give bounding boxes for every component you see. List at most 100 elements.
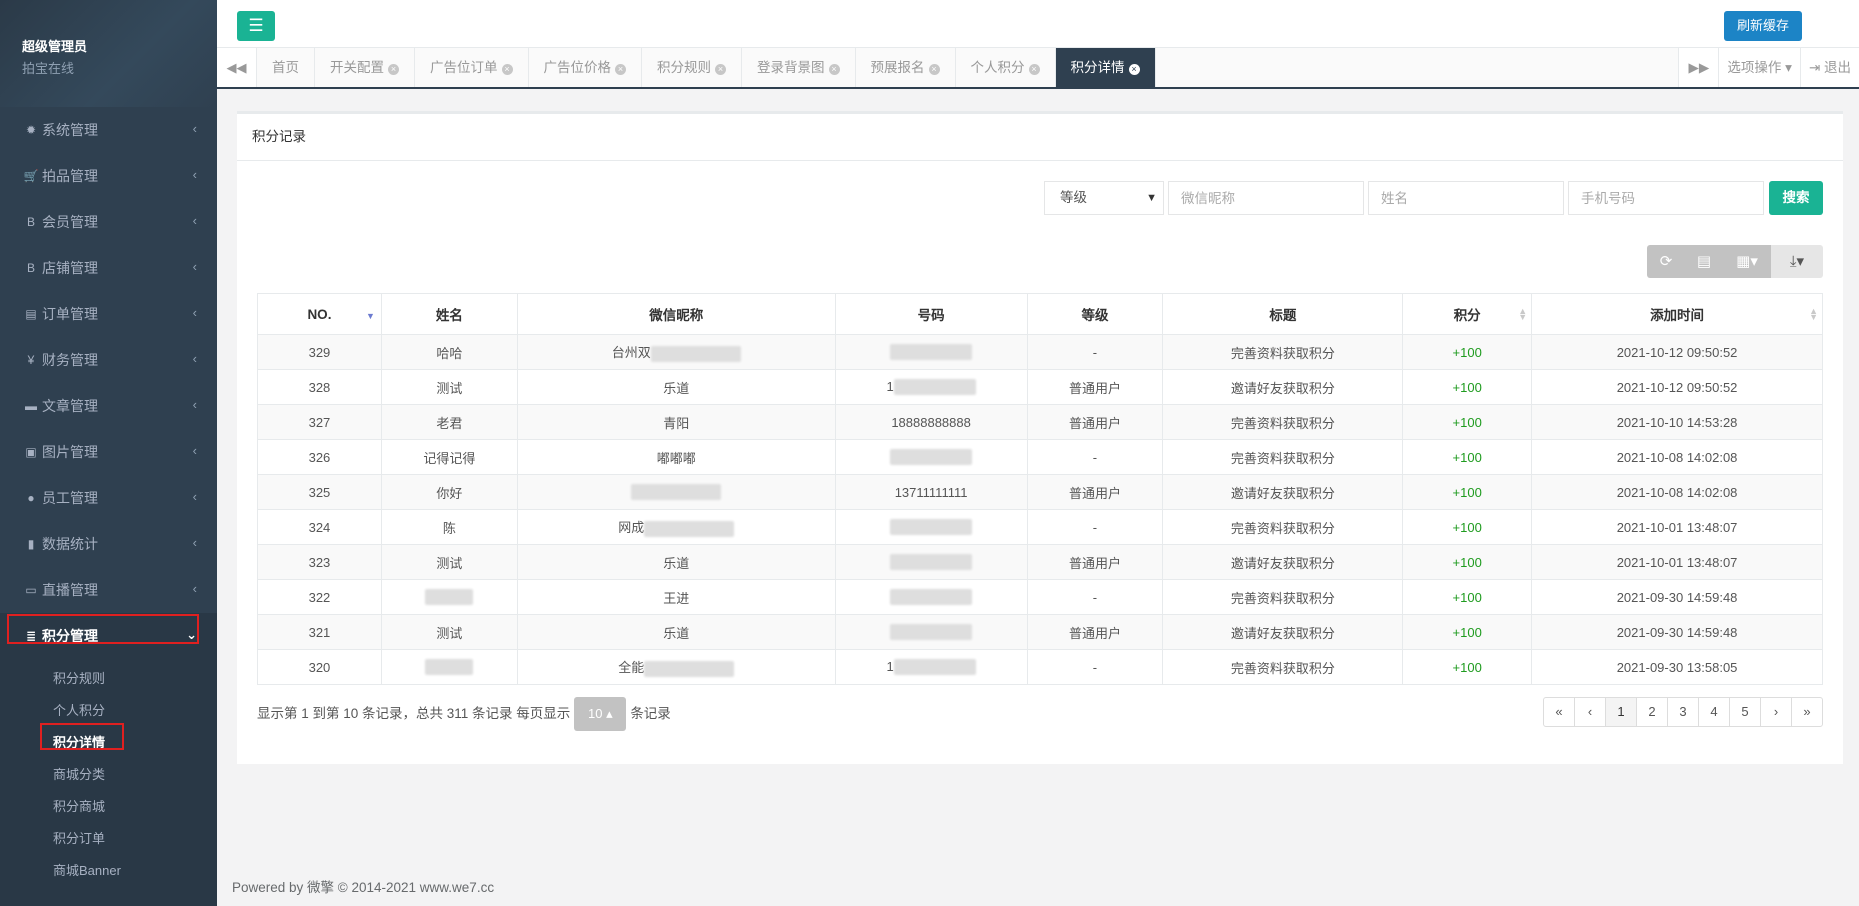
cell-level-text: 普通用户 — [1068, 380, 1121, 396]
cell-phone — [834, 579, 1028, 615]
close-icon[interactable]: × — [501, 64, 513, 75]
sidebar-item-9[interactable]: ● 员工管理 ‹ — [0, 475, 217, 521]
sidebar-item-6[interactable]: ¥ 财务管理 ‹ — [0, 337, 217, 383]
sidebar-item-4[interactable]: B 店铺管理 ‹ — [0, 245, 217, 291]
page-link[interactable]: ‹ — [1574, 697, 1606, 727]
submenu-item-7[interactable]: 商城Banner — [0, 855, 217, 887]
export-dropdown-button[interactable]: ⤓▾ — [1771, 245, 1823, 278]
close-icon[interactable]: × — [715, 64, 726, 75]
tab-1[interactable]: 首页 — [257, 48, 315, 87]
column-header[interactable]: 姓名 — [380, 293, 518, 335]
redacted-block — [893, 379, 976, 396]
sidebar-item-1[interactable]: ✹ 系统管理 ‹ — [0, 107, 217, 153]
cell-phone-text: 13711111111 — [894, 484, 968, 500]
options-dropdown[interactable]: 选项操作 ▾ — [1718, 48, 1800, 87]
sidebar-item-8[interactable]: ▣ 图片管理 ‹ — [0, 429, 217, 475]
page-link[interactable]: 1 — [1605, 697, 1637, 727]
page-link[interactable]: 3 — [1667, 697, 1699, 727]
submenu-item-1[interactable]: 积分规则 — [0, 663, 217, 695]
cell-time: 2021-09-30 14:59:48 — [1531, 579, 1823, 615]
chevron-left-icon: ‹ — [192, 167, 197, 182]
points-table: NO. ▼ 姓名 微信昵称 号码 等级 标题 积分 ▲ ▼ 添加时间 ▲ ▼ 329 哈哈 台州双 - 完善资料… — [257, 293, 1823, 685]
redacted-block — [890, 624, 973, 641]
page-link[interactable]: 5 — [1729, 697, 1761, 727]
close-icon[interactable]: × — [1028, 64, 1040, 75]
search-button[interactable]: 搜索 — [1769, 181, 1823, 215]
column-header[interactable]: NO. ▼ — [257, 293, 382, 335]
table-row: 327 老君 青阳 18888888888 普通用户 完善资料获取积分 +100 2021-1… — [257, 404, 1823, 440]
close-icon[interactable]: × — [1128, 64, 1140, 75]
chevron-left-icon: ‹ — [192, 213, 197, 228]
table-row: 326 记得记得 嘟嘟嘟 - 完善资料获取积分 +100 2021-10-08 14:02:… — [257, 439, 1823, 475]
submenu-item-5[interactable]: 积分商城 — [0, 791, 217, 823]
submenu-item-4[interactable]: 商城分类 — [0, 759, 217, 791]
tab-7[interactable]: 预展报名 × — [856, 48, 956, 87]
tab-6[interactable]: 登录背景图 × — [742, 48, 856, 87]
column-header[interactable]: 号码 — [834, 293, 1028, 335]
submenu-item-6[interactable]: 积分订单 — [0, 823, 217, 855]
user-name[interactable]: 超级管理员 — [22, 36, 217, 55]
menu-toggle-button[interactable]: ☰ — [237, 11, 275, 41]
sidebar-item-3[interactable]: B 会员管理 ‹ — [0, 199, 217, 245]
close-icon[interactable]: × — [615, 64, 626, 75]
column-header[interactable]: 等级 — [1026, 293, 1164, 335]
sidebar-item-label: 会员管理 — [42, 214, 98, 230]
wechat-nickname-input[interactable] — [1168, 181, 1364, 215]
cell-score: +100 — [1402, 439, 1533, 475]
cell-time-text: 2021-10-08 14:02:08 — [1616, 484, 1738, 500]
toggle-view-button[interactable]: ▤ — [1685, 245, 1723, 278]
close-icon[interactable]: × — [928, 64, 940, 75]
cell-wechat: 乐道 — [516, 544, 836, 580]
close-icon[interactable]: × — [388, 64, 399, 75]
tab-3[interactable]: 广告位订单 × — [415, 48, 529, 87]
page-link[interactable]: » — [1791, 697, 1823, 727]
sidebar-item-11[interactable]: ▭ 直播管理 ‹ — [0, 567, 217, 613]
column-header[interactable]: 积分 ▲ ▼ — [1402, 293, 1533, 335]
refresh-icon: ⟳ — [1659, 253, 1673, 270]
level-select[interactable]: 等级 ▼ — [1044, 181, 1164, 215]
cell-time-text: 2021-10-12 09:50:52 — [1616, 344, 1738, 360]
table-row: 324 陈 网成 - 完善资料获取积分 +100 2021-10-01 13:48:07 — [257, 509, 1823, 545]
tab-2[interactable]: 开关配置 × — [315, 48, 415, 87]
cell-title: 完善资料获取积分 — [1162, 509, 1404, 545]
page-link[interactable]: › — [1760, 697, 1792, 727]
cell-title: 完善资料获取积分 — [1162, 649, 1404, 685]
cell-level: - — [1026, 334, 1164, 370]
tab-9[interactable]: 积分详情 × — [1055, 48, 1156, 87]
tab-4[interactable]: 广告位价格 × — [529, 48, 642, 87]
logout-button[interactable]: ⇥ 退出 — [1799, 48, 1859, 87]
cell-phone: 18888888888 — [834, 404, 1028, 440]
page-link[interactable]: 4 — [1698, 697, 1730, 727]
cell-no-text: 327 — [308, 414, 331, 430]
tab-5[interactable]: 积分规则 × — [642, 48, 742, 87]
page-link[interactable]: « — [1543, 697, 1575, 727]
sidebar-item-label: 数据统计 — [42, 536, 98, 552]
column-header[interactable]: 微信昵称 — [516, 293, 836, 335]
column-header[interactable]: 添加时间 ▲ ▼ — [1531, 293, 1823, 335]
cell-time: 2021-10-08 14:02:08 — [1531, 474, 1823, 510]
close-icon[interactable]: × — [828, 64, 840, 75]
tab-8[interactable]: 个人积分 × — [956, 48, 1056, 87]
refresh-cache-button[interactable]: 刷新缓存 — [1723, 11, 1802, 41]
sidebar-item-7[interactable]: ▬ 文章管理 ‹ — [0, 383, 217, 429]
cell-wechat: 王进 — [516, 579, 836, 615]
page-size-dropdown[interactable]: 10 ▴ — [574, 697, 627, 731]
cell-wechat-text: 乐道 — [663, 555, 690, 571]
page-link[interactable]: 2 — [1636, 697, 1668, 727]
cell-wechat — [516, 474, 836, 510]
cell-no: 326 — [257, 439, 382, 475]
list-icon: ▤ — [25, 307, 37, 321]
tab-scroll-right-button[interactable]: ▶▶ — [1678, 48, 1718, 87]
phone-input[interactable] — [1568, 181, 1764, 215]
column-header[interactable]: 标题 — [1162, 293, 1404, 335]
columns-dropdown-button[interactable]: ▦▾ — [1723, 245, 1771, 278]
sidebar-item-10[interactable]: ▮ 数据统计 ‹ — [0, 521, 217, 567]
cell-score: +100 — [1402, 649, 1533, 685]
name-input[interactable] — [1368, 181, 1564, 215]
sidebar-item-2[interactable]: 🛒 拍品管理 ‹ — [0, 153, 217, 199]
briefcase-icon: ▬ — [25, 399, 37, 413]
pager-info-suffix: 条记录 — [630, 706, 671, 721]
tab-scroll-left-button[interactable]: ◀◀ — [217, 48, 257, 87]
sidebar-item-5[interactable]: ▤ 订单管理 ‹ — [0, 291, 217, 337]
refresh-table-button[interactable]: ⟳ — [1647, 245, 1685, 278]
